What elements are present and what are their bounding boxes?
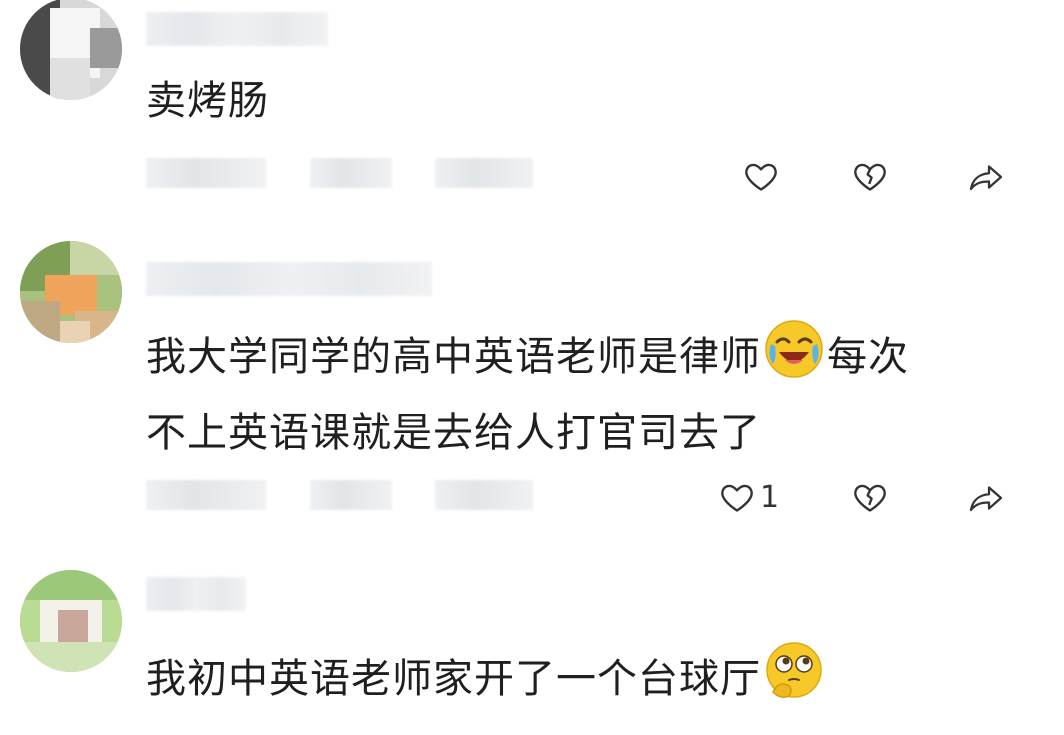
avatar[interactable] xyxy=(20,570,122,672)
comment-item-3: 我初中英语老师家开了一个台球厅 xyxy=(0,0,1064,735)
thinking-emoji-icon xyxy=(763,640,825,722)
avatar-image-icon xyxy=(20,570,122,672)
comment-text: 我初中英语老师家开了一个台球厅 xyxy=(146,640,1024,722)
comment-text-body: 我初中英语老师家开了一个台球厅 xyxy=(146,656,761,702)
username-redacted xyxy=(146,577,246,611)
